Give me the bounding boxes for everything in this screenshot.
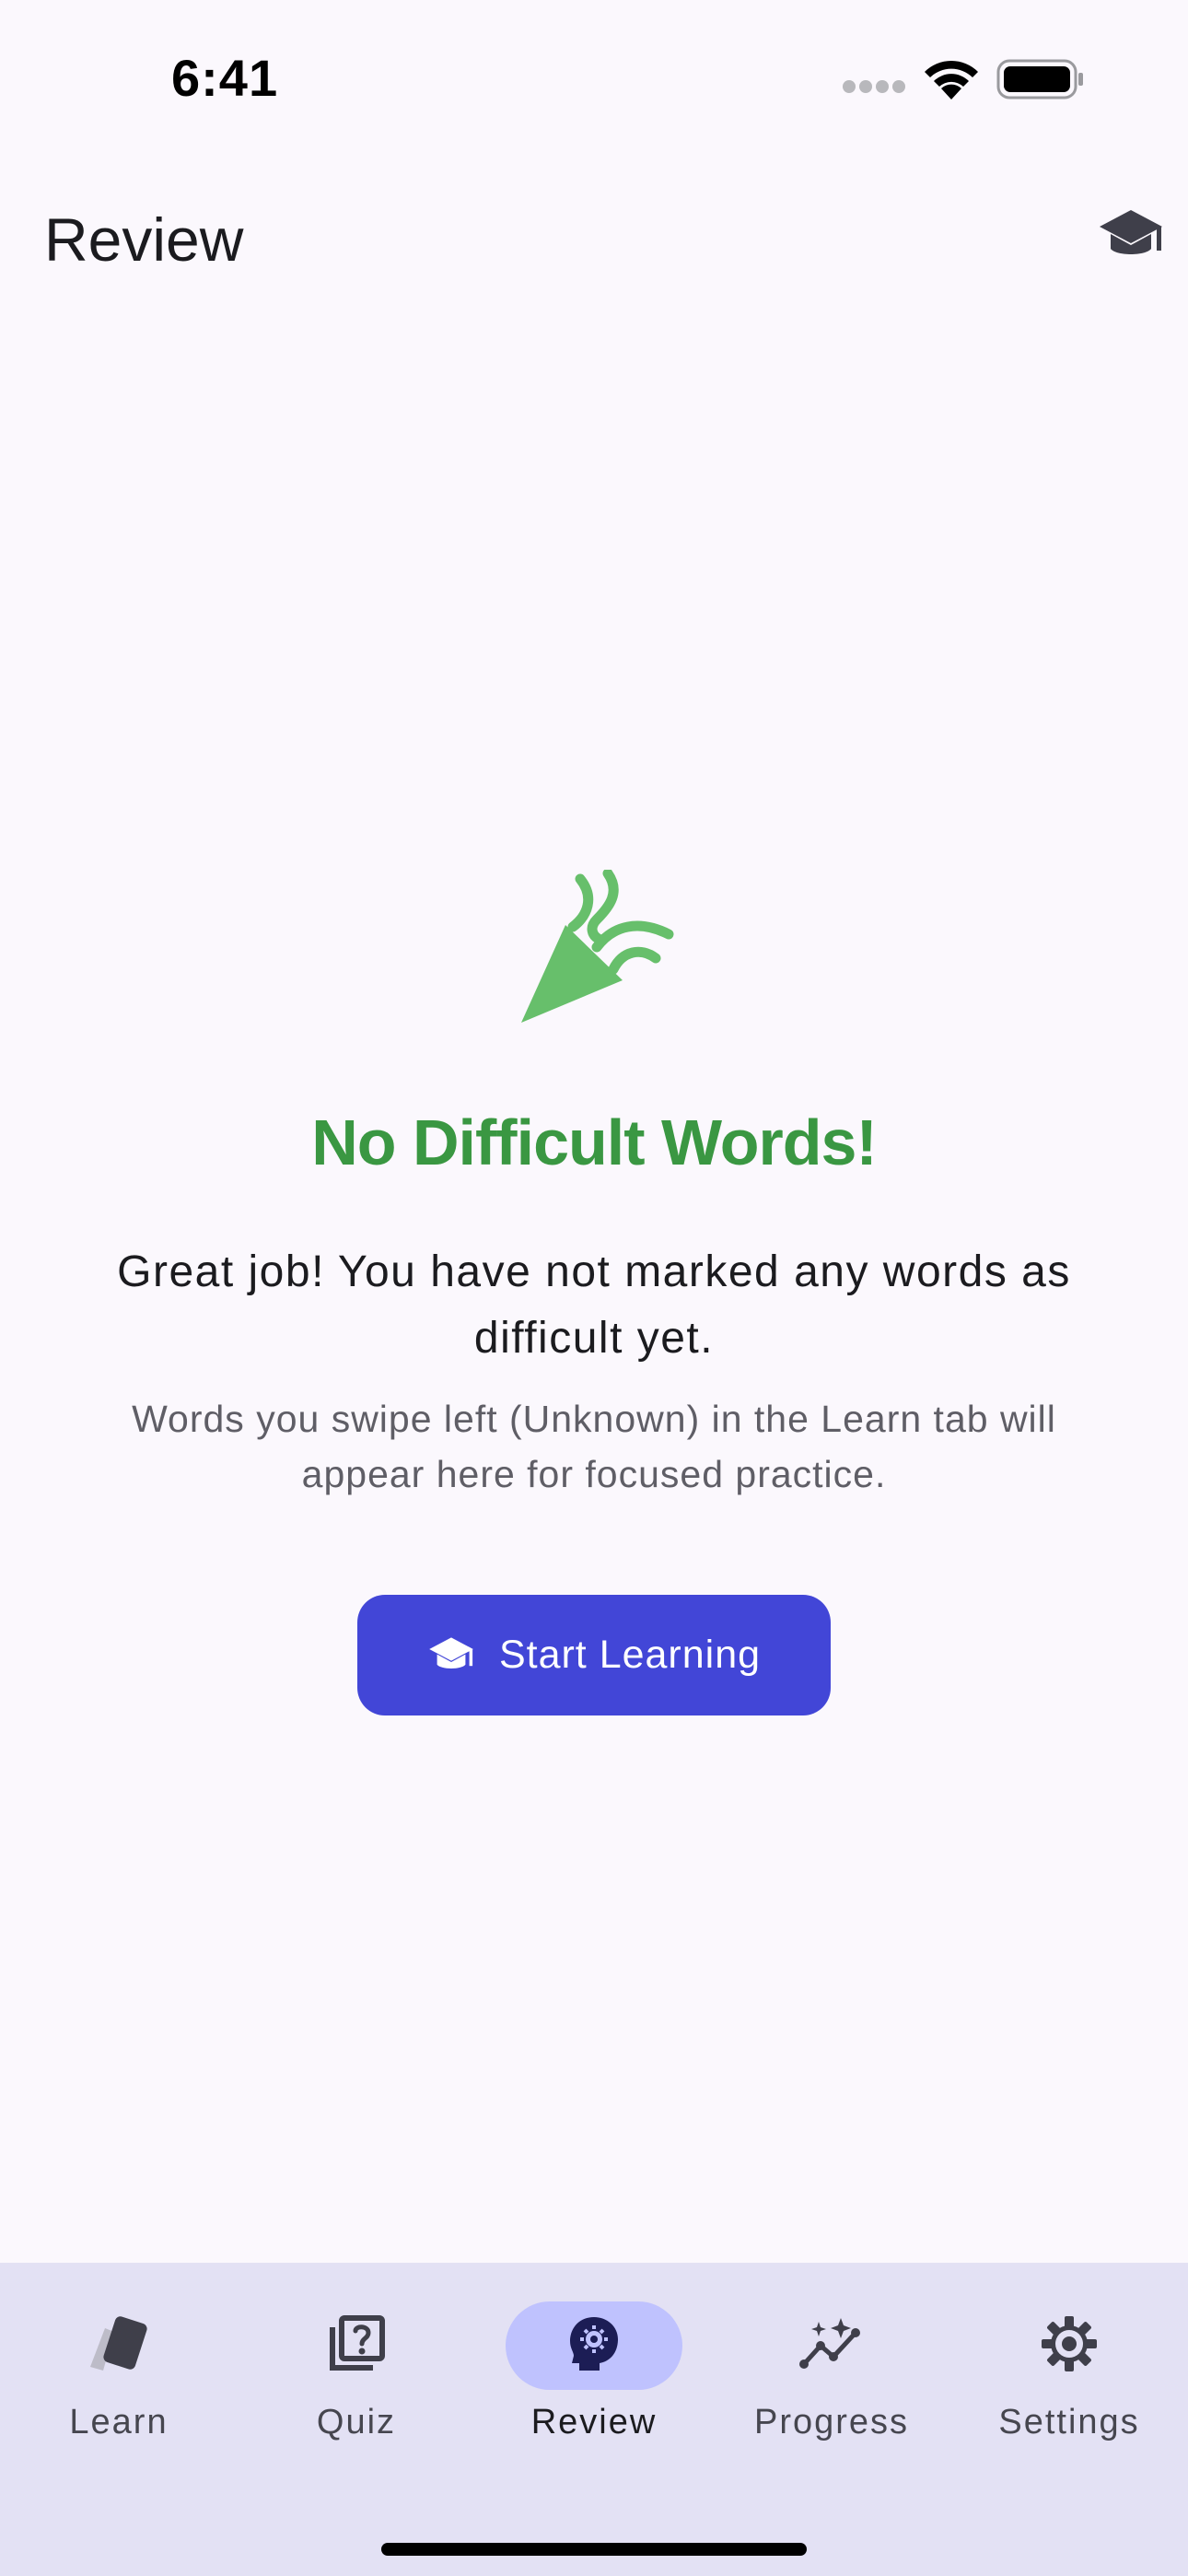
graduation-cap-icon bbox=[427, 1636, 475, 1675]
nav-active-indicator bbox=[506, 2301, 682, 2390]
gear-icon bbox=[1040, 2314, 1099, 2378]
quiz-icon bbox=[327, 2314, 386, 2378]
nav-label-review: Review bbox=[530, 2403, 658, 2441]
nav-item-quiz[interactable]: Quiz bbox=[238, 2263, 475, 2484]
bottom-navigation: Learn Quiz Review Progress Settings bbox=[0, 2263, 1188, 2576]
page-title: Review bbox=[44, 205, 244, 274]
wifi-icon bbox=[921, 57, 982, 106]
nav-item-learn[interactable]: Learn bbox=[0, 2263, 238, 2484]
psychology-icon bbox=[568, 2315, 620, 2377]
home-indicator[interactable] bbox=[381, 2543, 807, 2556]
nav-label-progress: Progress bbox=[753, 2403, 910, 2441]
status-time: 6:41 bbox=[171, 49, 279, 107]
cellular-signal-icon bbox=[842, 79, 908, 99]
status-bar: 6:41 bbox=[0, 0, 1188, 157]
battery-icon bbox=[996, 59, 1085, 104]
nav-label-learn: Learn bbox=[69, 2403, 169, 2441]
celebration-icon bbox=[512, 868, 687, 1031]
start-learning-button[interactable]: Start Learning bbox=[357, 1595, 831, 1715]
start-learning-label: Start Learning bbox=[498, 1633, 762, 1677]
nav-item-progress[interactable]: Progress bbox=[713, 2263, 950, 2484]
graduation-cap-icon[interactable] bbox=[1098, 208, 1164, 268]
insights-icon bbox=[798, 2316, 865, 2376]
nav-item-review[interactable]: Review bbox=[475, 2263, 713, 2484]
empty-state-message: Great job! You have not marked any words… bbox=[117, 1247, 1071, 1363]
empty-state-title: No Difficult Words! bbox=[311, 1107, 878, 1178]
empty-state-hint: Words you swipe left (Unknown) in the Le… bbox=[132, 1398, 1056, 1495]
cards-icon bbox=[87, 2313, 151, 2379]
nav-label-quiz: Quiz bbox=[316, 2403, 397, 2441]
nav-item-settings[interactable]: Settings bbox=[950, 2263, 1188, 2484]
nav-label-settings: Settings bbox=[998, 2403, 1140, 2441]
